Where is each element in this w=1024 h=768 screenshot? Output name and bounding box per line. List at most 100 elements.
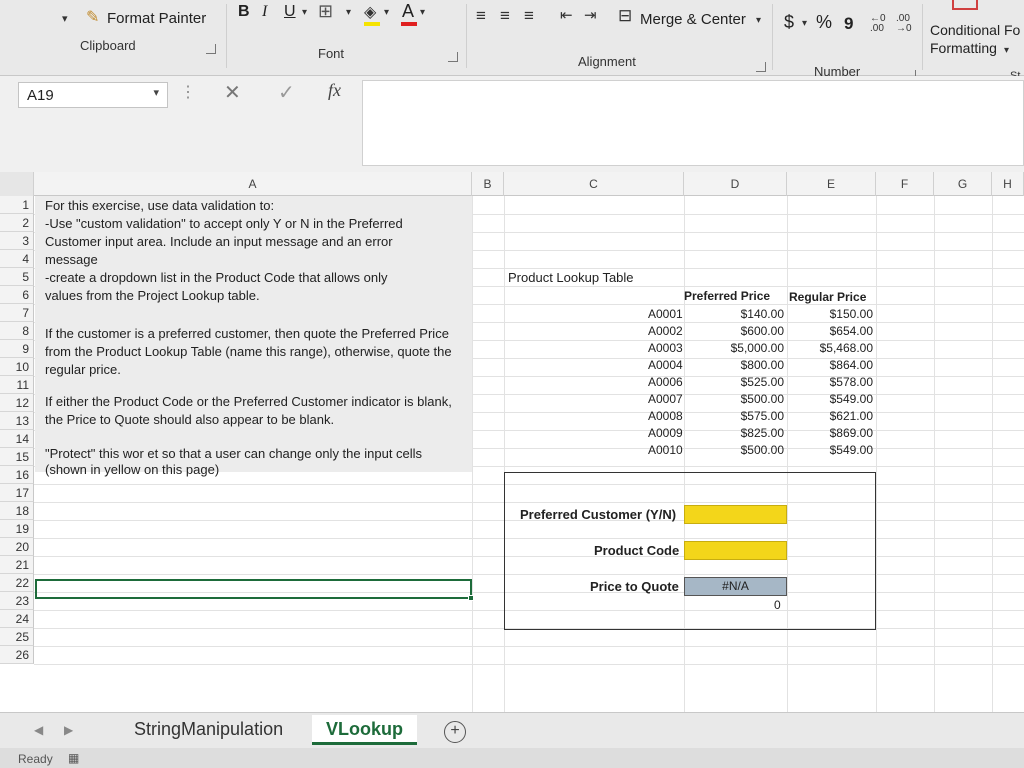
product-code-cell: A0008 xyxy=(648,409,683,423)
column-header-e[interactable]: E xyxy=(787,172,876,196)
underline-button[interactable]: U xyxy=(284,3,296,21)
tab-scroll-left-icon[interactable]: ◀ xyxy=(34,723,43,737)
conditional-dropdown-icon[interactable]: ▾ xyxy=(1004,45,1009,56)
row-header[interactable]: 7 xyxy=(0,304,34,322)
gridline xyxy=(876,196,877,712)
tab-vlookup[interactable]: VLookup xyxy=(312,715,417,745)
format-painter-button[interactable]: Format Painter xyxy=(107,10,206,27)
row-header[interactable]: 24 xyxy=(0,610,34,628)
row-header[interactable]: 20 xyxy=(0,538,34,556)
row-header[interactable]: 2 xyxy=(0,214,34,232)
fill-color-dropdown-icon[interactable]: ▾ xyxy=(384,7,389,18)
column-header-f[interactable]: F xyxy=(876,172,934,196)
conditional-formatting-icon[interactable] xyxy=(952,0,978,10)
column-header-d[interactable]: D xyxy=(684,172,787,196)
merge-dropdown-icon[interactable]: ▾ xyxy=(756,15,761,26)
cancel-icon[interactable]: ✕ xyxy=(224,80,241,105)
column-header-g[interactable]: G xyxy=(934,172,992,196)
alignment-launcher-icon[interactable] xyxy=(756,62,766,72)
active-cell-selection[interactable] xyxy=(35,579,472,599)
preferred-customer-input[interactable] xyxy=(684,505,787,524)
row-header[interactable]: 23 xyxy=(0,592,34,610)
row-header[interactable]: 17 xyxy=(0,484,34,502)
instruction-line: -create a dropdown list in the Product C… xyxy=(45,270,388,285)
font-launcher-icon[interactable] xyxy=(448,52,458,62)
align-right-icon[interactable]: ≡ xyxy=(524,6,534,26)
row-header[interactable]: 19 xyxy=(0,520,34,538)
row-header[interactable]: 8 xyxy=(0,322,34,340)
italic-button[interactable]: I xyxy=(262,3,267,21)
row-header[interactable]: 6 xyxy=(0,286,34,304)
fill-color-icon[interactable]: ◈ xyxy=(364,2,376,22)
merge-center-button[interactable]: Merge & Center xyxy=(640,11,746,28)
row-header[interactable]: 13 xyxy=(0,412,34,430)
chevron-down-icon[interactable]: ▾ xyxy=(62,12,68,25)
column-header-c[interactable]: C xyxy=(504,172,684,196)
row-header[interactable]: 4 xyxy=(0,250,34,268)
row-header[interactable]: 11 xyxy=(0,376,34,394)
align-center-icon[interactable]: ≡ xyxy=(500,6,510,26)
borders-icon[interactable]: ⊞ xyxy=(318,1,333,22)
gridline xyxy=(34,646,1024,647)
row-header[interactable]: 12 xyxy=(0,394,34,412)
comma-style-button[interactable]: 9 xyxy=(844,14,853,34)
worksheet-grid[interactable]: A B C D E F G H 1 2 3 4 5 6 7 8 9 10 11 12 13 14 15 16 1… xyxy=(0,172,1024,712)
row-header[interactable]: 22 xyxy=(0,574,34,592)
instructions-cell[interactable]: For this exercise, use data validation t… xyxy=(35,196,472,477)
more-options-icon[interactable]: ⋮ xyxy=(180,82,196,102)
fill-handle[interactable] xyxy=(468,595,474,601)
select-all-corner[interactable] xyxy=(0,172,34,196)
font-color-dropdown-icon[interactable]: ▾ xyxy=(420,7,425,18)
row-header[interactable]: 14 xyxy=(0,430,34,448)
excel-window: ▾ ✎ Format Painter Clipboard B I U ▾ ⊞ ▾… xyxy=(0,0,1024,768)
bold-button[interactable]: B xyxy=(238,3,250,21)
row-header[interactable]: 21 xyxy=(0,556,34,574)
row-header[interactable]: 16 xyxy=(0,466,34,484)
insert-function-button[interactable]: fx xyxy=(328,80,341,101)
column-header-b[interactable]: B xyxy=(472,172,504,196)
paintbrush-icon[interactable]: ✎ xyxy=(86,7,99,27)
row-header[interactable]: 18 xyxy=(0,502,34,520)
preferred-price-cell: $500.00 xyxy=(740,443,784,457)
name-box[interactable]: A19 ▾ xyxy=(18,82,168,108)
price-to-quote-value[interactable]: #N/A xyxy=(684,577,787,596)
decrease-decimal-icon[interactable]: .00 →0 xyxy=(896,14,912,34)
zero-value-cell: 0 xyxy=(774,598,781,612)
conditional-formatting-button[interactable]: Conditional Fo xyxy=(930,22,1020,38)
product-code-input[interactable] xyxy=(684,541,787,560)
decrease-indent-icon[interactable]: ⇤ xyxy=(560,6,573,24)
column-header-h[interactable]: H xyxy=(992,172,1024,196)
merge-icon[interactable]: ⊟ xyxy=(618,6,632,26)
enter-icon[interactable]: ✓ xyxy=(278,80,295,105)
row-header[interactable]: 10 xyxy=(0,358,34,376)
conditional-formatting-label: Formatting xyxy=(930,40,997,56)
row-header[interactable]: 15 xyxy=(0,448,34,466)
row-header[interactable]: 1 xyxy=(0,196,34,214)
align-left-icon[interactable]: ≡ xyxy=(476,6,486,26)
currency-dropdown-icon[interactable]: ▾ xyxy=(802,18,807,29)
row-header[interactable]: 9 xyxy=(0,340,34,358)
chevron-down-icon[interactable]: ▾ xyxy=(153,86,159,99)
underline-dropdown-icon[interactable]: ▾ xyxy=(302,7,307,18)
increase-decimal-icon[interactable]: ←0.00 xyxy=(870,14,886,34)
increase-indent-icon[interactable]: ⇥ xyxy=(584,6,597,24)
percent-button[interactable]: % xyxy=(816,12,832,33)
preferred-price-cell: $140.00 xyxy=(740,307,784,321)
column-header-a[interactable]: A xyxy=(34,172,472,196)
formula-input[interactable] xyxy=(362,80,1024,166)
add-sheet-button[interactable]: + xyxy=(444,721,466,743)
tab-stringmanipulation[interactable]: StringManipulation xyxy=(120,715,297,745)
macro-record-icon[interactable]: ▦ xyxy=(68,751,79,765)
font-color-button[interactable]: A xyxy=(402,1,414,22)
preferred-price-cell: $500.00 xyxy=(740,392,784,406)
row-header[interactable]: 3 xyxy=(0,232,34,250)
row-header[interactable]: 26 xyxy=(0,646,34,664)
clipboard-launcher-icon[interactable] xyxy=(206,44,216,54)
row-header[interactable]: 5 xyxy=(0,268,34,286)
borders-dropdown-icon[interactable]: ▾ xyxy=(346,7,351,18)
product-code-cell: A0009 xyxy=(648,426,683,440)
tab-scroll-right-icon[interactable]: ▶ xyxy=(64,723,73,737)
row-header[interactable]: 25 xyxy=(0,628,34,646)
instruction-line: (shown in yellow on this page) xyxy=(45,462,220,477)
currency-button[interactable]: $ xyxy=(784,12,794,33)
